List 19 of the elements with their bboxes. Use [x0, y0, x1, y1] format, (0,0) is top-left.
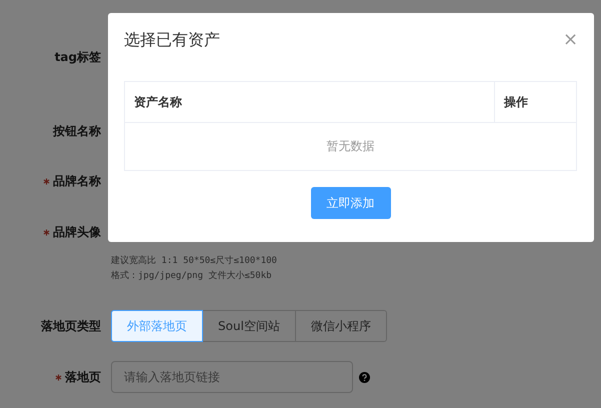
field-label: 品牌头像	[53, 224, 101, 240]
close-button[interactable]: ×	[563, 30, 577, 50]
hint-text: 格式：jpg/jpeg/png 文件大小≤50kb	[111, 270, 273, 283]
segment-tab[interactable]: 外部落地页	[111, 310, 203, 342]
add-now-button[interactable]: 立即添加	[310, 187, 390, 219]
dialog-title: 选择已有资产	[124, 30, 220, 50]
field-label: 按钮名称	[53, 122, 101, 140]
help-icon[interactable]	[359, 372, 370, 382]
hint-text: 建议宽高比 1:1 50*50≤尺寸≤100*100	[111, 254, 277, 268]
column-header: 资产名称	[125, 82, 495, 122]
segment-tab[interactable]: 微信小程序	[294, 310, 387, 342]
field-label: 品牌名称	[53, 172, 101, 190]
input-field[interactable]: 请输入落地页链接	[111, 361, 353, 393]
field-label: 落地页类型	[41, 318, 101, 334]
field-label: tag标签	[54, 48, 101, 66]
field-label: 落地页	[65, 368, 101, 386]
column-header: 操作	[502, 94, 529, 110]
empty-text: 暂无数据	[326, 138, 376, 155]
segment-tab[interactable]: Soul空间站	[202, 310, 296, 342]
